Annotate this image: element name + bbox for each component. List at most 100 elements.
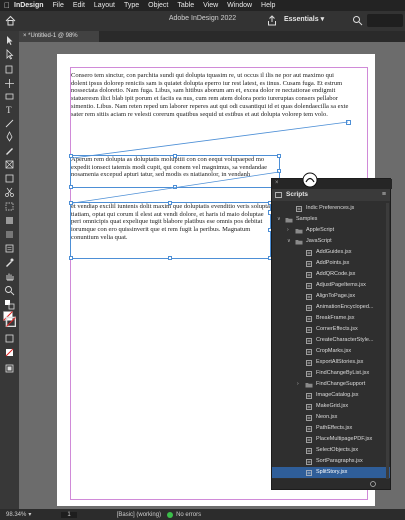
scissors-tool-icon[interactable] <box>4 187 15 198</box>
gradient-swatch-tool-icon[interactable] <box>4 215 15 226</box>
page-number-field[interactable]: 1 <box>61 511 77 518</box>
chevron-right-icon[interactable]: › <box>297 379 299 390</box>
script-file-icon <box>306 327 312 333</box>
scripts-tree-row[interactable]: Indic Preferences.js <box>272 203 390 214</box>
apple-icon[interactable]:  <box>0 1 14 10</box>
search-icon[interactable] <box>352 15 363 26</box>
text-frame-2-content: Aperum rem dolupta as doluptatis molupti… <box>71 156 268 179</box>
free-transform-tool-icon[interactable] <box>4 201 15 212</box>
default-fill-stroke-icon[interactable] <box>4 299 15 310</box>
menu-edit[interactable]: Edit <box>73 2 85 9</box>
script-file-icon <box>306 459 312 465</box>
scripts-tree-row[interactable]: SelectObjects.jsx <box>272 445 390 456</box>
scripts-tree-row[interactable]: ∨ Samples <box>272 214 390 225</box>
gradient-feather-tool-icon[interactable] <box>4 229 15 240</box>
menu-window[interactable]: Window <box>227 2 252 9</box>
scripts-tree-row[interactable]: SplitStory.jsx <box>272 467 390 478</box>
script-file-icon <box>306 250 312 256</box>
menu-object[interactable]: Object <box>148 2 168 9</box>
apply-none-icon[interactable] <box>4 347 15 358</box>
scripts-tree-row-label: PathEffects.jsx <box>316 425 353 431</box>
menu-view[interactable]: View <box>203 2 218 9</box>
scripts-tree-row[interactable]: ImageCatalog.jsx <box>272 390 390 401</box>
scripts-tree-row[interactable]: PathEffects.jsx <box>272 423 390 434</box>
frame-handle[interactable] <box>173 154 177 158</box>
rectangle-tool-icon[interactable] <box>4 173 15 184</box>
chevron-right-icon[interactable]: › <box>287 225 289 236</box>
scripts-tree-row[interactable]: › AppleScript <box>272 225 390 236</box>
scripts-tree-row[interactable]: ExportAllStories.jsx <box>272 357 390 368</box>
line-tool-icon[interactable] <box>4 118 15 129</box>
menu-indesign[interactable]: InDesign <box>14 2 44 9</box>
preflight-profile[interactable]: [Basic] (working) <box>117 512 161 518</box>
scripts-tree-row[interactable]: AlignToPage.jsx <box>272 291 390 302</box>
content-collector-tool-icon[interactable] <box>4 91 15 102</box>
scripts-tree-row[interactable]: CreateCharacterStyle... <box>272 335 390 346</box>
share-icon[interactable] <box>267 15 277 26</box>
note-tool-icon[interactable] <box>4 243 15 254</box>
panel-tab-strip[interactable]: × <box>272 179 392 189</box>
frame-handle[interactable] <box>168 256 172 260</box>
scripts-tree-row[interactable]: CornerEffects.jsx <box>272 324 390 335</box>
frame-handle[interactable] <box>277 169 281 173</box>
frame-handle[interactable] <box>69 154 73 158</box>
fill-stroke-swatch-icon[interactable] <box>3 311 16 327</box>
frame-handle[interactable] <box>168 201 172 205</box>
scripts-tree-row[interactable]: AnimationEncycloped... <box>272 302 390 313</box>
scripts-tree-row[interactable]: AddPoints.jsx <box>272 258 390 269</box>
pencil-tool-icon[interactable] <box>4 145 15 156</box>
document-tab[interactable]: × *Untitled-1 @ 98% <box>19 31 99 42</box>
chevron-down-icon[interactable]: ∨ <box>287 236 291 247</box>
preflight-errors[interactable]: No errors <box>176 512 201 518</box>
scripts-tree-row[interactable]: ∨ JavaScript <box>272 236 390 247</box>
pen-tool-icon[interactable] <box>4 131 15 142</box>
scripts-tree-row[interactable]: › FindChangeSupport <box>272 379 390 390</box>
rectangle-frame-tool-icon[interactable] <box>4 159 15 170</box>
screen-mode-icon[interactable] <box>4 363 15 374</box>
scripts-tree-row[interactable]: FindChangeByList.jsx <box>272 368 390 379</box>
zoom-level[interactable]: 98.34% <box>6 512 26 518</box>
info-icon[interactable] <box>370 481 376 487</box>
workspace-switcher[interactable]: Essentials ▾ <box>284 15 324 23</box>
close-icon[interactable]: × <box>275 180 279 186</box>
chevron-down-icon[interactable]: ▾ <box>28 511 31 518</box>
scripts-tree-row[interactable]: AdjustPageItems.jsx <box>272 280 390 291</box>
scripts-tree-row[interactable]: Neon.jsx <box>272 412 390 423</box>
page-tool-icon[interactable] <box>4 64 15 75</box>
scripts-tree-row[interactable]: SortParagraphs.jsx <box>272 456 390 467</box>
scripts-tree-row[interactable]: CropMarks.jsx <box>272 346 390 357</box>
panel-menu-icon[interactable]: ≡ <box>382 191 386 198</box>
scripts-tree-row[interactable]: PlaceMultipagePDF.jsx <box>272 434 390 445</box>
scripts-panel-header[interactable]: Scripts ≡ <box>272 189 390 201</box>
text-frame-2[interactable]: Aperum rem dolupta as doluptatis molupti… <box>70 155 280 188</box>
gap-tool-icon[interactable] <box>4 78 15 89</box>
menu-table[interactable]: Table <box>177 2 194 9</box>
scripts-tree-row-label: Indic Preferences.js <box>306 205 355 211</box>
formatting-affects-container-icon[interactable] <box>4 333 15 344</box>
frame-handle[interactable] <box>173 185 177 189</box>
eyedropper-tool-icon[interactable] <box>4 257 15 268</box>
frame-handle[interactable] <box>277 154 281 158</box>
hand-tool-icon[interactable] <box>4 271 15 282</box>
menu-layout[interactable]: Layout <box>94 2 115 9</box>
frame-handle[interactable] <box>69 256 73 260</box>
out-port[interactable] <box>346 120 351 125</box>
frame-handle[interactable] <box>69 185 73 189</box>
type-tool-icon[interactable]: T <box>4 104 15 115</box>
scripts-tree-row[interactable]: AddGuides.jsx <box>272 247 390 258</box>
scrollbar[interactable] <box>386 203 389 479</box>
scripts-tree-row[interactable]: AddQRCode.jsx <box>272 269 390 280</box>
text-frame-1[interactable]: Consero tem sinctur, con parchita sundi … <box>71 72 351 130</box>
search-field[interactable] <box>367 14 403 27</box>
menu-file[interactable]: File <box>53 2 64 9</box>
text-frame-3[interactable]: et vendiap excilil iuntenis dolit maxim … <box>70 202 271 259</box>
direct-selection-tool-icon[interactable] <box>4 49 15 60</box>
frame-handle[interactable] <box>69 201 73 205</box>
scripts-tree-row[interactable]: MakeGrid.jsx <box>272 401 390 412</box>
chevron-down-icon[interactable]: ∨ <box>277 214 281 225</box>
menu-help[interactable]: Help <box>261 2 275 9</box>
zoom-tool-icon[interactable] <box>4 285 15 296</box>
selection-tool-icon[interactable] <box>4 35 15 46</box>
scripts-tree-row[interactable]: BreakFrame.jsx <box>272 313 390 324</box>
menu-type[interactable]: Type <box>124 2 139 9</box>
